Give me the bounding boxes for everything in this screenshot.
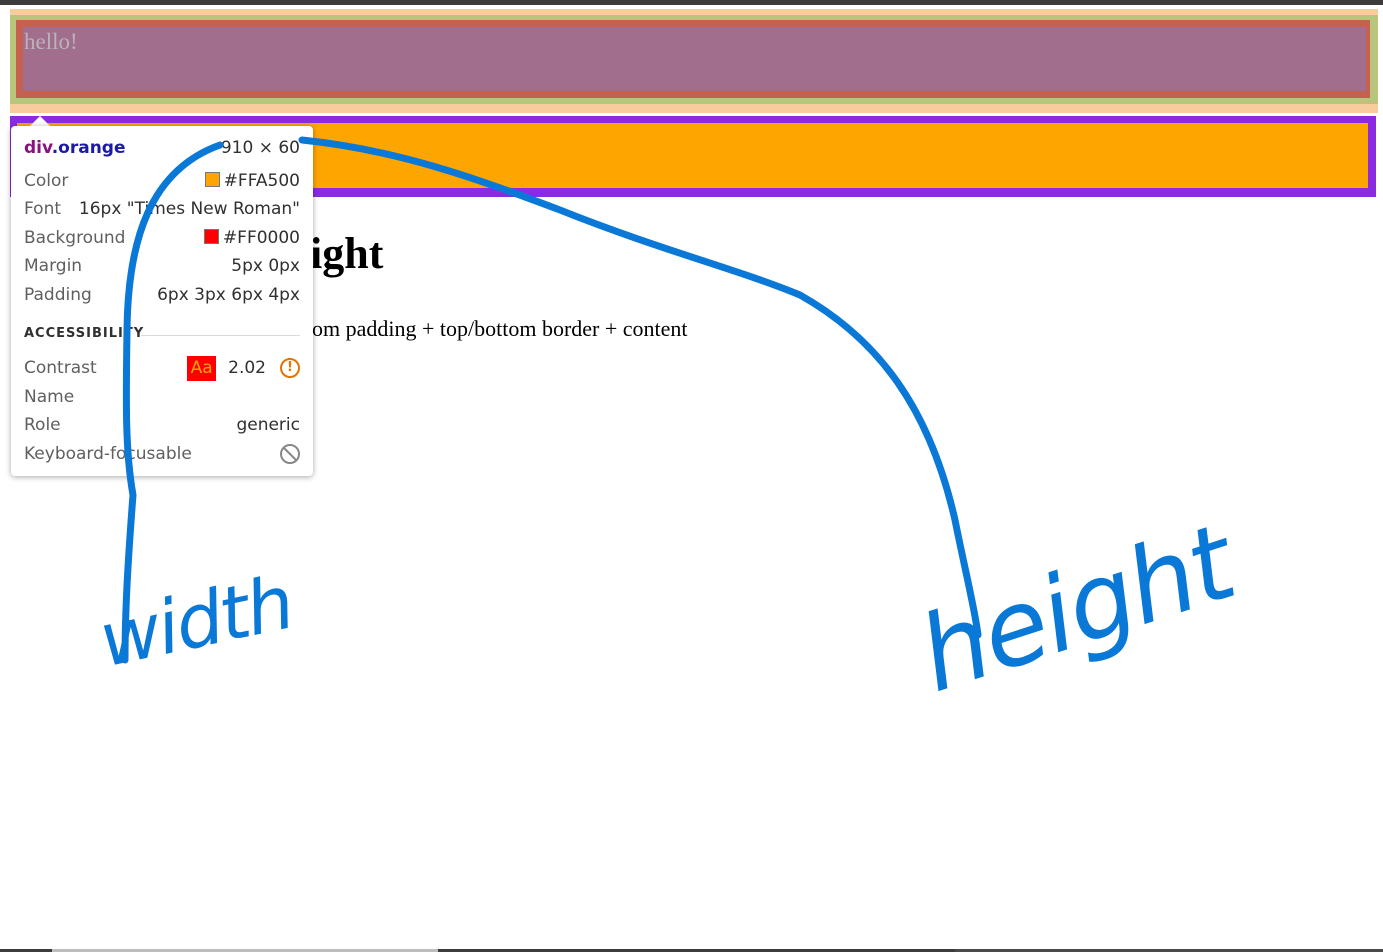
hello-text: hello! — [24, 29, 78, 54]
font-label: Font — [24, 199, 62, 219]
margin-row: Margin 5px 0px — [24, 254, 300, 278]
height-label: height — [905, 501, 1247, 717]
element-size: 910 × 60 — [220, 138, 300, 158]
element-selector: div.orange — [24, 138, 126, 158]
section-divider — [141, 335, 300, 336]
role-row: Role generic — [24, 413, 300, 437]
padding-value: 6px 3px 6px 4px — [157, 285, 300, 305]
color-row: Color #FFA500 — [24, 169, 300, 193]
color-value: #FFA500 — [223, 171, 300, 191]
font-value: 16px "Times New Roman" — [78, 199, 300, 219]
name-label: Name — [24, 387, 75, 407]
contrast-value: 2.02 — [228, 358, 266, 378]
page-paragraph: om padding + top/bottom border + content — [312, 316, 688, 341]
keyboard-focusable-row: Keyboard-focusable — [24, 442, 300, 466]
role-value: generic — [236, 415, 300, 435]
margin-label: Margin — [24, 256, 83, 276]
contrast-label: Contrast — [24, 358, 97, 378]
background-label: Background — [24, 228, 126, 248]
tooltip-arrow — [30, 116, 50, 126]
contrast-row: Contrast Aa 2.02 ! — [24, 355, 300, 381]
not-focusable-icon — [280, 444, 300, 464]
role-label: Role — [24, 415, 61, 435]
color-label: Color — [24, 171, 69, 191]
padding-row: Padding 6px 3px 6px 4px — [24, 283, 300, 307]
font-row: Font 16px "Times New Roman" — [24, 197, 300, 221]
window-top-border — [0, 0, 1383, 5]
accessibility-section-title: ACCESSIBILITY — [24, 326, 145, 341]
inspect-tooltip: div.orange 910 × 60 Color #FFA500 Font 1… — [11, 126, 313, 476]
background-swatch-icon — [203, 229, 219, 244]
keyboard-focusable-label: Keyboard-focusable — [24, 444, 192, 464]
warning-icon: ! — [280, 358, 300, 378]
contrast-sample: Aa — [187, 355, 217, 381]
color-swatch-icon — [204, 172, 220, 187]
background-value-wrap: #FF0000 — [203, 228, 300, 248]
tooltip-header: div.orange 910 × 60 — [24, 136, 300, 160]
width-label: width — [92, 559, 300, 685]
contrast-value-wrap: Aa 2.02 ! — [187, 355, 300, 381]
background-value: #FF0000 — [222, 228, 300, 248]
padding-label: Padding — [24, 285, 92, 305]
page-heading: ight — [310, 229, 384, 278]
margin-value: 5px 0px — [231, 256, 300, 276]
hello-box-content[interactable] — [23, 27, 1366, 91]
height-pointer-stroke — [298, 136, 982, 639]
background-row: Background #FF0000 — [24, 226, 300, 250]
color-value-wrap: #FFA500 — [204, 171, 300, 191]
name-row: Name — [24, 385, 300, 409]
